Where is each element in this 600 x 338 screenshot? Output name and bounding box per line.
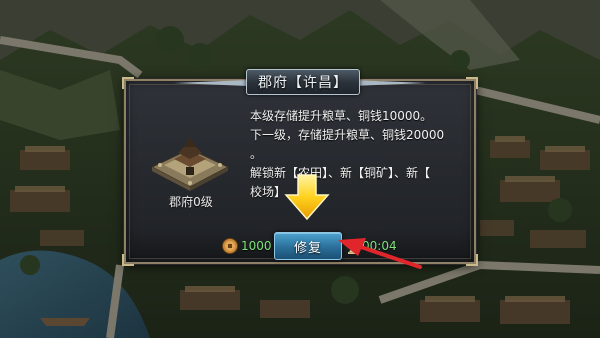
description-line: 校场】 [250,185,287,199]
walled-fortress-icon [150,137,230,191]
building-description: 本级存储提升粮草、铜钱10000。 下一级，存储提升粮草、铜钱20000 。 解… [250,107,462,202]
dialog-title-banner: 郡府【许昌】 [246,69,360,95]
copper-coin-icon [222,238,238,254]
description-line: 本级存储提升粮草、铜钱10000。 [250,109,433,123]
down-arrow-icon [284,174,330,221]
repair-button[interactable]: 修复 [274,232,342,260]
building-level-label: 郡府0级 [169,195,213,209]
title-wing-ornament [352,80,426,86]
building-info-dialog: 郡府【许昌】 郡府0级 本级存储提升粮草、铜钱10000。 下一级，存储提升粮草… [122,69,478,266]
description-line: 。 [250,147,263,161]
description-line: 解锁新【农田】、新【铜矿】、新【 [250,166,431,180]
frame-corner [122,77,134,89]
frame-corner [466,77,478,89]
title-wing-ornament [174,80,248,86]
pointer-arrow-icon [338,238,422,269]
dialog-title: 郡府【许昌】 [258,75,348,91]
description-line: 下一级，存储提升粮草、铜钱20000 [250,128,445,142]
repair-cost: 1000 [241,239,272,253]
